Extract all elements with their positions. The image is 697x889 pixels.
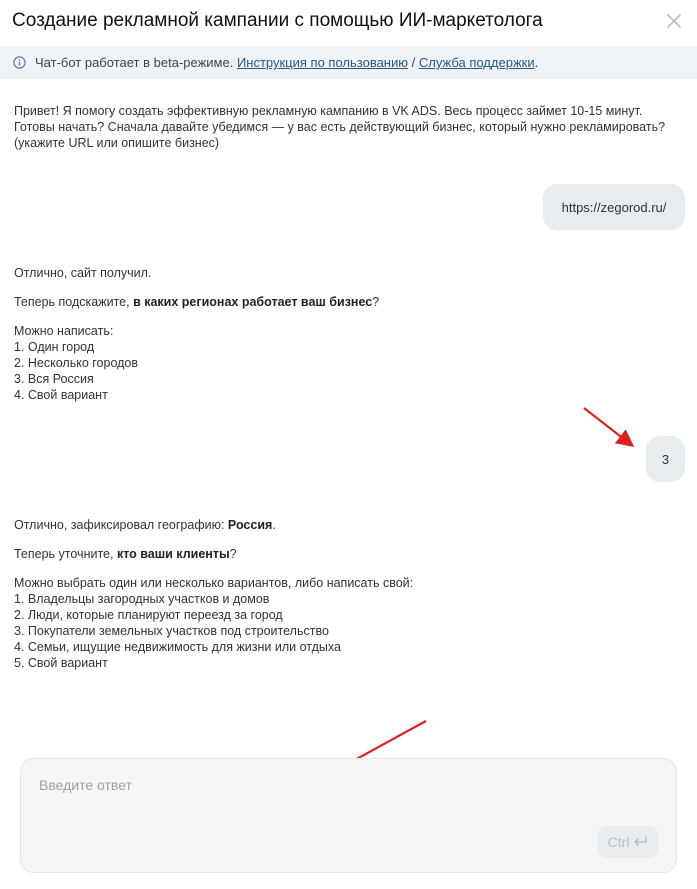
bot-message-line: Отлично, зафиксировал географию: Россия. <box>14 517 674 533</box>
support-link[interactable]: Служба поддержки <box>419 55 535 70</box>
bot-message: Привет! Я помогу создать эффективную рек… <box>14 103 689 151</box>
option-item: 4. Свой вариант <box>14 388 108 402</box>
bold-text: кто ваши клиенты <box>116 547 230 561</box>
bot-message: Отлично, сайт получил. Теперь подскажите… <box>14 265 674 403</box>
bot-message-line: Готовы начать? Сначала давайте убедимся … <box>14 120 666 134</box>
user-message-text: 3 <box>661 451 670 467</box>
answer-input[interactable] <box>37 775 601 839</box>
bot-message-line: Теперь подскажите, в каких регионах рабо… <box>14 294 674 310</box>
option-item: 5. Свой вариант <box>14 656 108 670</box>
beta-notice: Чат-бот работает в beta-режиме. Инструкц… <box>0 46 697 79</box>
close-icon[interactable] <box>665 12 683 30</box>
option-item: 1. Владельцы загородных участков и домов <box>14 592 270 606</box>
composer: Ctrl <box>20 758 677 873</box>
bot-message-line: Привет! Я помогу создать эффективную рек… <box>14 104 643 118</box>
bot-message: Отлично, зафиксировал географию: Россия.… <box>14 517 674 671</box>
option-item: 3. Вся Россия <box>14 372 94 386</box>
send-button[interactable]: Ctrl <box>598 826 658 858</box>
text-part: Теперь подскажите, <box>14 295 134 309</box>
text-part: ? <box>229 547 237 561</box>
beta-text: Чат-бот работает в beta-режиме. <box>35 55 234 70</box>
enter-icon <box>634 836 648 846</box>
dialog-header: Создание рекламной кампании с помощью ИИ… <box>0 0 697 44</box>
text-part: Отлично, зафиксировал географию: <box>14 518 228 532</box>
bot-message-line: Теперь уточните, кто ваши клиенты? <box>14 546 674 562</box>
dialog-title: Создание рекламной кампании с помощью ИИ… <box>12 10 543 31</box>
bot-message-line: Можно написать: <box>14 324 114 338</box>
option-item: 2. Люди, которые планируют переезд за го… <box>14 608 283 622</box>
bold-text: Россия <box>227 518 273 532</box>
bot-message-line: Можно выбрать один или несколько вариант… <box>14 576 414 590</box>
user-message: https://zegorod.ru/ <box>543 184 685 230</box>
bot-message-line: (укажите URL или опишите бизнес) <box>14 136 220 150</box>
option-item: 3. Покупатели земельных участков под стр… <box>14 624 329 638</box>
user-message: 3 <box>646 436 685 482</box>
user-message-text: https://zegorod.ru/ <box>561 199 667 215</box>
text-part: ? <box>372 295 380 309</box>
text-part: . <box>272 518 276 532</box>
beta-end: . <box>534 55 539 70</box>
send-button-label: Ctrl <box>607 834 630 850</box>
info-icon <box>13 56 26 69</box>
bot-message-line: Отлично, сайт получил. <box>14 266 152 280</box>
option-item: 4. Семьи, ищущие недвижимость для жизни … <box>14 640 341 654</box>
text-part: Теперь уточните, <box>14 547 117 561</box>
option-item: 1. Один город <box>14 340 95 354</box>
option-item: 2. Несколько городов <box>14 356 139 370</box>
manual-link[interactable]: Инструкция по пользованию <box>237 55 408 70</box>
beta-separator: / <box>411 55 416 70</box>
bold-text: в каких регионах работает ваш бизнес <box>133 295 373 309</box>
